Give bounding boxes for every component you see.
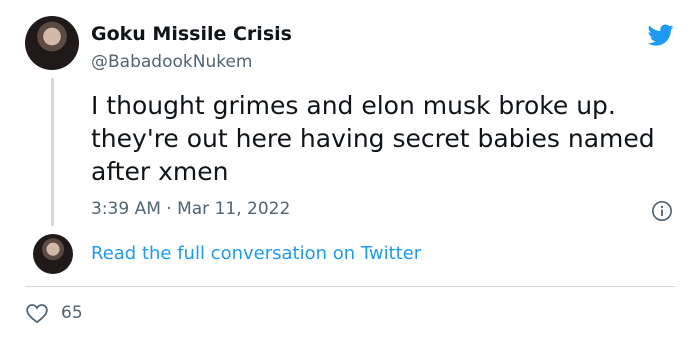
tweet-text: I thought grimes and elon musk broke up.… <box>91 91 655 186</box>
divider <box>25 286 676 287</box>
heart-icon[interactable] <box>25 302 49 324</box>
tweet-timestamp[interactable]: 3:39 AM · Mar 11, 2022 <box>91 199 290 219</box>
author-handle[interactable]: @BabadookNukem <box>91 52 252 72</box>
read-conversation-link[interactable]: Read the full conversation on Twitter <box>91 243 421 264</box>
like-count: 65 <box>61 303 83 323</box>
thread-line <box>51 78 54 226</box>
author-name[interactable]: Goku Missile Crisis <box>91 23 292 45</box>
reader-avatar <box>33 234 73 274</box>
author-avatar[interactable] <box>25 16 79 70</box>
twitter-bird-icon[interactable] <box>646 22 676 48</box>
like-button[interactable]: 65 <box>25 302 83 324</box>
info-icon[interactable] <box>651 200 673 222</box>
